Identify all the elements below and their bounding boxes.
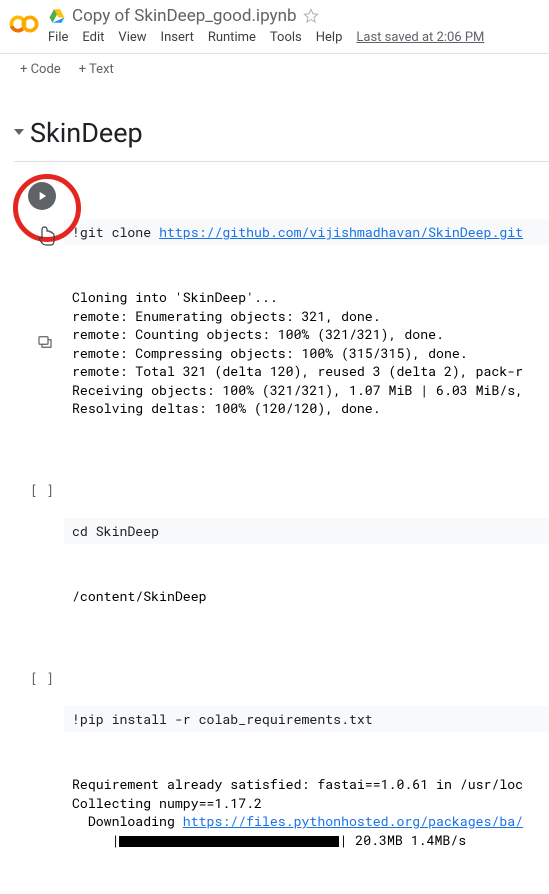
code-input[interactable]: !pip install -r colab_requirements.txt bbox=[64, 706, 549, 732]
star-icon[interactable] bbox=[303, 8, 319, 24]
output-link[interactable]: https://files.pythonhosted.org/packages/… bbox=[183, 812, 523, 830]
notebook-content: SkinDeep !git clone https://github.com/v… bbox=[0, 85, 549, 894]
run-cell-button[interactable] bbox=[28, 182, 56, 210]
cell-output: Cloning into 'SkinDeep'... remote: Enume… bbox=[64, 288, 549, 417]
menu-edit[interactable]: Edit bbox=[82, 30, 104, 45]
add-code-button[interactable]: + Code bbox=[16, 60, 65, 79]
code-link[interactable]: https://github.com/vijishmadhavan/SkinDe… bbox=[159, 223, 523, 241]
google-drive-icon bbox=[48, 7, 66, 25]
cell-output-icon[interactable] bbox=[36, 333, 54, 355]
execution-indicator[interactable]: [ ] bbox=[30, 667, 54, 687]
last-saved-label[interactable]: Last saved at 2:06 PM bbox=[356, 30, 484, 45]
code-text: !git clone bbox=[72, 223, 159, 241]
menu-runtime[interactable]: Runtime bbox=[208, 30, 256, 45]
collapse-arrow-icon[interactable] bbox=[14, 126, 24, 141]
menu-help[interactable]: Help bbox=[316, 30, 343, 45]
code-cell: !git clone https://github.com/vijishmadh… bbox=[0, 162, 549, 463]
execution-indicator[interactable]: [ ] bbox=[30, 479, 54, 499]
cell-output: Requirement already satisfied: fastai==1… bbox=[64, 775, 549, 849]
menu-view[interactable]: View bbox=[118, 30, 146, 45]
code-input[interactable]: cd SkinDeep bbox=[64, 518, 549, 544]
toolbar: + Code + Text bbox=[0, 53, 549, 85]
section-title: SkinDeep bbox=[30, 117, 143, 149]
code-cell: [ ] cd SkinDeep /content/SkinDeep bbox=[0, 473, 549, 651]
menu-insert[interactable]: Insert bbox=[161, 30, 194, 45]
menu-tools[interactable]: Tools bbox=[270, 30, 302, 45]
document-title[interactable]: Copy of SkinDeep_good.ipynb bbox=[72, 6, 297, 26]
colab-logo bbox=[8, 8, 40, 40]
pointer-cursor-icon bbox=[38, 226, 56, 250]
cell-output: /content/SkinDeep bbox=[64, 587, 549, 605]
code-cell: [ ] !pip install -r colab_requirements.t… bbox=[0, 661, 549, 894]
app-header: Copy of SkinDeep_good.ipynb File Edit Vi… bbox=[0, 0, 549, 53]
add-text-button[interactable]: + Text bbox=[75, 60, 118, 79]
code-input[interactable]: !git clone https://github.com/vijishmadh… bbox=[64, 219, 549, 245]
menu-file[interactable]: File bbox=[48, 30, 68, 45]
progress-bar bbox=[119, 836, 339, 847]
menu-bar: File Edit View Insert Runtime Tools Help… bbox=[48, 26, 541, 51]
